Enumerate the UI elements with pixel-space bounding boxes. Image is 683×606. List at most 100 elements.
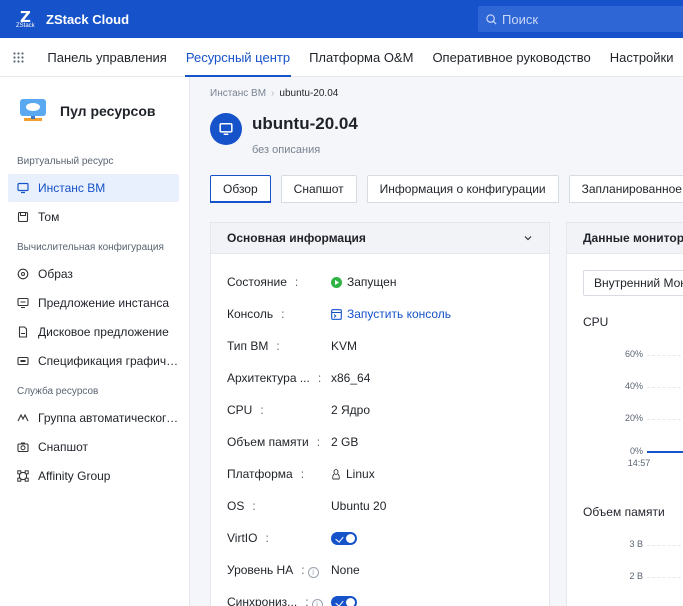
breadcrumb-current: ubuntu-20.04: [279, 88, 339, 99]
memory-gridline: [647, 577, 683, 578]
sidebar-item-label: Предложение инстанса: [38, 296, 170, 310]
main-content: Инстанс ВМ › ubuntu-20.04 ubuntu-20.04 без…: [191, 77, 683, 606]
sidebar-group-virtual: Виртуальный ресурс: [17, 156, 114, 167]
info-icon[interactable]: i: [307, 566, 319, 578]
tab-scheduled[interactable]: Запланированное з: [568, 175, 683, 203]
vm-description: без описания: [252, 144, 321, 156]
monitoring-title: Данные мониторин: [567, 223, 683, 254]
info-row-vm-type: Тип ВМ: KVM: [227, 339, 358, 353]
row-value: Запустить консоль: [347, 307, 452, 321]
row-value: Linux: [346, 467, 375, 481]
info-row-architecture: Архитектура ...: x86_64: [227, 371, 371, 385]
basic-info-title: Основная информация: [227, 231, 366, 245]
scaling-icon: [17, 412, 29, 424]
cpu-tick-60: 60%: [624, 349, 643, 359]
sidebar-item-volume[interactable]: Том: [8, 203, 179, 231]
breadcrumb-parent[interactable]: Инстанс ВМ: [210, 88, 266, 99]
sidebar-item-label: Спецификация графиче…: [38, 354, 179, 368]
monitor-icon: [17, 182, 29, 194]
sidebar-item-affinity-group[interactable]: Affinity Group: [8, 462, 179, 490]
memory-chart-label: Объем памяти: [583, 505, 665, 519]
info-row-platform: Платформа: Linux: [227, 467, 375, 481]
memory-tick-3: 3 B: [629, 539, 643, 549]
row-key: Синхрониз...: [227, 594, 298, 606]
nav-settings[interactable]: Настройки: [600, 38, 683, 77]
sidebar-item-snapshot[interactable]: Снапшот: [8, 433, 179, 461]
cpu-gridline: [647, 387, 683, 388]
cpu-time-tick: 14:57: [627, 458, 651, 468]
offering-icon: [17, 297, 29, 309]
cpu-chart-label: CPU: [583, 315, 609, 329]
breadcrumb: Инстанс ВМ › ubuntu-20.04: [210, 88, 338, 99]
sidebar-header: Пул ресурсов: [0, 77, 189, 145]
affinity-icon: [17, 470, 29, 482]
zstack-logo-icon: Z ZStack: [16, 8, 35, 29]
row-key: Консоль: [227, 307, 274, 321]
row-key: Архитектура ...: [227, 371, 310, 385]
sidebar-item-label: Образ: [38, 267, 73, 281]
sidebar-item-vm-instance[interactable]: Инстанс ВМ: [8, 174, 179, 202]
tab-overview[interactable]: Обзор: [210, 175, 271, 203]
cpu-tick-0: 0%: [629, 446, 643, 456]
linux-icon: [331, 468, 341, 480]
row-value: None: [331, 563, 360, 577]
cpu-gridline: [647, 355, 683, 356]
sidebar-item-image[interactable]: Образ: [8, 260, 179, 288]
sidebar-item-label: Дисковое предложение: [38, 325, 169, 339]
tab-snapshot[interactable]: Снапшот: [280, 175, 357, 203]
nav-dashboard[interactable]: Панель управления: [38, 38, 176, 77]
info-row-memory: Объем памяти: 2 GB: [227, 435, 359, 449]
sidebar-item-label: Том: [38, 210, 60, 224]
row-value: 2 Ядро: [331, 403, 371, 417]
row-key: Состояние: [227, 275, 287, 289]
running-status-icon: [331, 276, 342, 288]
sidebar-item-label: Affinity Group: [38, 469, 111, 483]
nav-operations-guide[interactable]: Оперативное руководство: [423, 38, 600, 77]
disc-icon: [17, 268, 29, 280]
memory-tick-2: 2 B: [629, 571, 643, 581]
row-value: 2 GB: [331, 435, 359, 449]
tab-config-info[interactable]: Информация о конфигурации: [366, 175, 559, 203]
sidebar-item-disk-offering[interactable]: Дисковое предложение: [8, 318, 179, 346]
cpu-tick-20: 20%: [624, 413, 643, 423]
info-row-console: Консоль: Запустить консоль: [227, 307, 452, 321]
sidebar-item-auto-scaling[interactable]: Группа автоматического…: [8, 404, 179, 432]
info-row-sync: Синхрониз...: i: [211, 586, 549, 606]
search-icon: [486, 13, 497, 25]
row-key: Тип ВМ: [227, 339, 269, 353]
info-row-ha-level: Уровень HA: i None: [227, 562, 360, 578]
memory-gridline: [647, 545, 683, 546]
info-icon[interactable]: i: [311, 598, 323, 606]
info-row-os: OS: Ubuntu 20: [227, 499, 387, 513]
search-placeholder: Поиск: [502, 11, 539, 27]
app-title: ZStack Cloud: [46, 11, 130, 27]
monitor-source-select[interactable]: Внутренний Мон: [583, 270, 683, 296]
launch-console-link[interactable]: Запустить консоль: [331, 307, 451, 321]
global-search-input[interactable]: Поиск: [478, 6, 683, 32]
logo[interactable]: Z ZStack ZStack Cloud: [16, 7, 129, 31]
info-row-cpu: CPU: 2 Ядро: [227, 403, 371, 417]
sync-toggle[interactable]: [331, 595, 357, 606]
cpu-tick-40: 40%: [624, 381, 643, 391]
status-badge: Запущен: [331, 275, 396, 289]
sidebar-group-services: Служба ресурсов: [17, 386, 99, 397]
info-row-virtio: VirtIO:: [211, 522, 549, 554]
row-key: CPU: [227, 403, 253, 417]
top-bar: Z ZStack ZStack Cloud Поиск: [0, 0, 683, 38]
sidebar-title: Пул ресурсов: [60, 103, 156, 119]
nav-om-platform[interactable]: Платформа O&M: [300, 38, 423, 77]
camera-icon: [17, 441, 29, 453]
sidebar-item-label: Группа автоматического…: [38, 411, 179, 425]
chevron-down-icon[interactable]: [523, 233, 533, 243]
vm-monitor-icon: [210, 113, 242, 145]
monitoring-card: Данные мониторин Внутренний Мон CPU 60% …: [566, 222, 683, 606]
basic-info-header[interactable]: Основная информация: [211, 223, 549, 254]
row-key: Объем памяти: [227, 435, 309, 449]
cpu-gridline: [647, 419, 683, 420]
sidebar-item-instance-offering[interactable]: Предложение инстанса: [8, 289, 179, 317]
app-grid-icon[interactable]: [0, 51, 38, 63]
virtio-toggle[interactable]: [331, 531, 357, 545]
sidebar-item-gpu-spec[interactable]: Спецификация графиче…: [8, 347, 179, 375]
nav-resource-center[interactable]: Ресурсный центр: [176, 38, 299, 77]
main-nav: Панель управления Ресурсный центр Платфо…: [0, 38, 683, 77]
